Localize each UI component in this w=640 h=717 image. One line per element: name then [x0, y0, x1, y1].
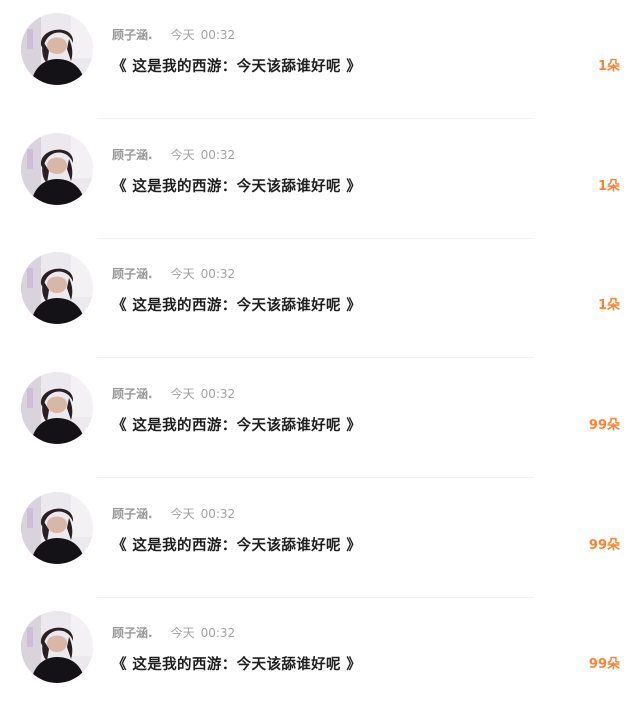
avatar[interactable]	[21, 372, 93, 444]
avatar[interactable]	[21, 492, 93, 564]
message-meta: 顾子涵. 今天 00:32	[112, 27, 235, 43]
sender-name[interactable]: 顾子涵.	[112, 267, 153, 281]
message-meta: 顾子涵. 今天 00:32	[112, 625, 235, 641]
list-item[interactable]: 顾子涵. 今天 00:32 《 这是我的西游：今天该舔谁好呢 》 1朵	[0, 120, 640, 239]
message-date: 今天	[170, 507, 195, 521]
message-text: 《 这是我的西游：今天该舔谁好呢 》	[112, 59, 362, 75]
list-item[interactable]: 顾子涵. 今天 00:32 《 这是我的西游：今天该舔谁好呢 》 99朵	[0, 479, 640, 598]
message-time: 00:32	[200, 267, 236, 281]
sender-name[interactable]: 顾子涵.	[112, 28, 153, 42]
message-meta: 顾子涵. 今天 00:32	[112, 506, 235, 522]
message-meta: 顾子涵. 今天 00:32	[112, 147, 235, 163]
message-time: 00:32	[200, 387, 236, 401]
flower-count: 1朵	[597, 298, 620, 313]
sender-name[interactable]: 顾子涵.	[112, 626, 153, 640]
sender-name[interactable]: 顾子涵.	[112, 387, 153, 401]
message-text: 《 这是我的西游：今天该舔谁好呢 》	[112, 298, 362, 314]
list-item[interactable]: 顾子涵. 今天 00:32 《 这是我的西游：今天该舔谁好呢 》 99朵	[0, 598, 640, 717]
message-meta: 顾子涵. 今天 00:32	[112, 386, 235, 402]
message-date: 今天	[170, 267, 195, 281]
message-time: 00:32	[200, 28, 236, 42]
message-text: 《 这是我的西游：今天该舔谁好呢 》	[112, 179, 362, 195]
list-item[interactable]: 顾子涵. 今天 00:32 《 这是我的西游：今天该舔谁好呢 》 1朵	[0, 239, 640, 358]
sender-name[interactable]: 顾子涵.	[112, 148, 153, 162]
flower-count: 1朵	[597, 59, 620, 74]
message-date: 今天	[170, 626, 195, 640]
flower-count: 1朵	[597, 179, 620, 194]
message-date: 今天	[170, 28, 195, 42]
flower-count: 99朵	[588, 418, 620, 433]
avatar[interactable]	[21, 133, 93, 205]
avatar[interactable]	[21, 611, 93, 683]
message-time: 00:32	[200, 626, 236, 640]
avatar[interactable]	[21, 252, 93, 324]
list-item[interactable]: 顾子涵. 今天 00:32 《 这是我的西游：今天该舔谁好呢 》 1朵	[0, 0, 640, 119]
message-list: 顾子涵. 今天 00:32 《 这是我的西游：今天该舔谁好呢 》 1朵 顾子涵. 今天…	[0, 0, 640, 702]
avatar[interactable]	[21, 13, 93, 85]
message-text: 《 这是我的西游：今天该舔谁好呢 》	[112, 418, 362, 434]
list-item[interactable]: 顾子涵. 今天 00:32 《 这是我的西游：今天该舔谁好呢 》 99朵	[0, 359, 640, 478]
flower-count: 99朵	[588, 538, 620, 553]
flower-count: 99朵	[588, 657, 620, 672]
message-date: 今天	[170, 148, 195, 162]
message-date: 今天	[170, 387, 195, 401]
divider	[97, 477, 534, 478]
divider	[97, 357, 534, 358]
message-text: 《 这是我的西游：今天该舔谁好呢 》	[112, 538, 362, 554]
message-text: 《 这是我的西游：今天该舔谁好呢 》	[112, 657, 362, 673]
message-time: 00:32	[200, 148, 236, 162]
message-time: 00:32	[200, 507, 236, 521]
message-meta: 顾子涵. 今天 00:32	[112, 266, 235, 282]
divider	[97, 118, 534, 119]
sender-name[interactable]: 顾子涵.	[112, 507, 153, 521]
